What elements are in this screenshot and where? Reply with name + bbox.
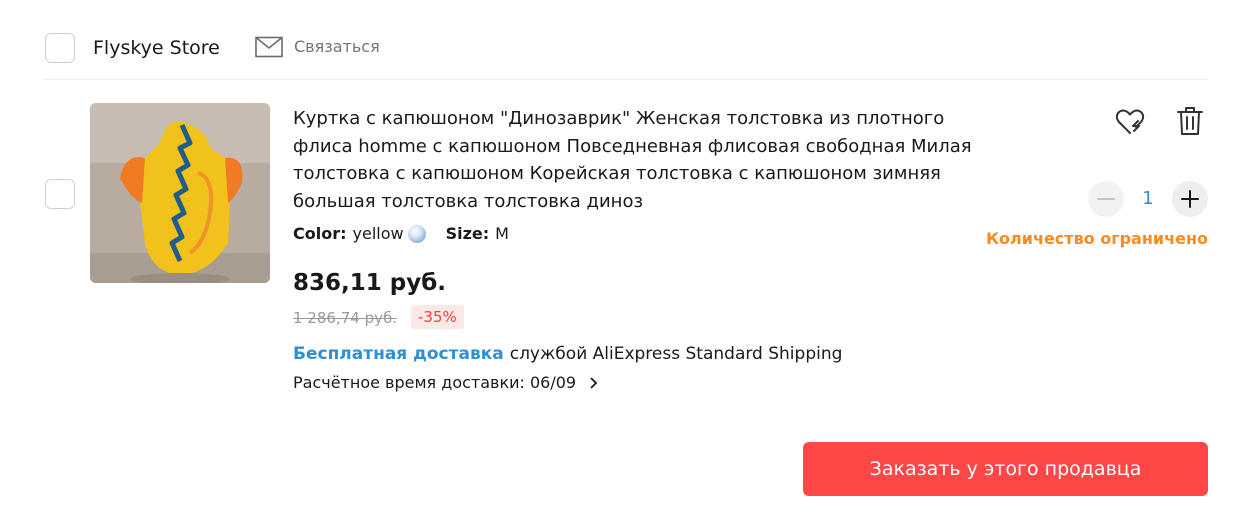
delete-item-button[interactable] xyxy=(1175,105,1205,137)
original-price: 1 286,74 руб. xyxy=(293,309,397,327)
shipping-method: службой AliExpress Standard Shipping xyxy=(509,344,843,364)
store-name[interactable]: Flyskye Store xyxy=(93,36,220,60)
trash-icon xyxy=(1177,107,1203,135)
store-select-checkbox[interactable] xyxy=(45,33,75,63)
product-image[interactable] xyxy=(90,103,270,283)
color-label: Color: xyxy=(293,224,347,243)
order-from-seller-button[interactable]: Заказать у этого продавца xyxy=(803,442,1208,496)
quantity-value[interactable]: 1 xyxy=(1124,181,1172,217)
shipping-info: Бесплатная доставка службой AliExpress St… xyxy=(293,342,842,366)
color-swatch xyxy=(407,225,426,243)
product-title[interactable]: Куртка с капюшоном "Динозаврик" Женская … xyxy=(293,105,993,215)
size-value: M xyxy=(495,224,509,243)
chevron-right-icon xyxy=(590,377,598,389)
divider xyxy=(44,79,1208,80)
discount-badge: -35% xyxy=(411,305,464,329)
quantity-increase-button[interactable] xyxy=(1172,181,1208,217)
envelope-icon xyxy=(255,36,283,58)
item-select-checkbox[interactable] xyxy=(45,179,75,209)
wishlist-button[interactable] xyxy=(1114,106,1146,138)
color-value: yellow xyxy=(352,224,404,243)
delivery-estimate-link[interactable]: Расчётное время доставки: 06/09 xyxy=(293,371,598,395)
minus-icon xyxy=(1097,198,1115,200)
size-label: Size: xyxy=(445,224,490,243)
contact-label: Связаться xyxy=(294,37,380,56)
plus-icon xyxy=(1181,190,1199,208)
contact-seller-link[interactable]: Связаться xyxy=(255,36,380,58)
free-shipping-label: Бесплатная доставка xyxy=(293,344,504,364)
delivery-estimate: Расчётное время доставки: 06/09 xyxy=(293,373,577,392)
limited-quantity-notice: Количество ограничено xyxy=(985,229,1208,248)
quantity-decrease-button[interactable] xyxy=(1088,181,1124,217)
current-price: 836,11 руб. xyxy=(293,270,447,296)
product-photo xyxy=(90,103,270,283)
cart-store-card: Flyskye Store Связаться Куртка с капюшон… xyxy=(0,0,1252,525)
heart-icon xyxy=(1115,109,1145,134)
product-properties: Color: yellow Size: M xyxy=(293,223,509,245)
